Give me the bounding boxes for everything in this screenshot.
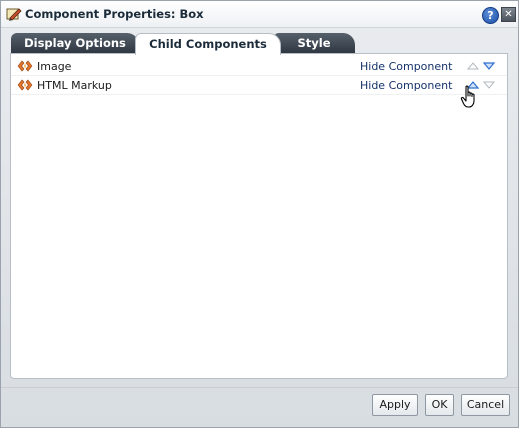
tab-display-options[interactable]: Display Options — [11, 33, 139, 53]
component-row: HTML Markup Hide Component — [11, 76, 507, 95]
close-icon[interactable]: ✕ — [501, 7, 516, 22]
edit-properties-icon — [6, 8, 22, 21]
tab-label: Display Options — [24, 36, 126, 50]
component-name: HTML Markup — [37, 79, 112, 92]
help-icon[interactable]: ? — [482, 7, 499, 24]
cancel-button[interactable]: Cancel — [461, 394, 510, 416]
tab-label: Style — [297, 36, 331, 50]
child-components-panel: Image Hide Component HTML Markup Hide Co… — [10, 53, 508, 379]
component-row: Image Hide Component — [11, 57, 507, 76]
component-name: Image — [37, 60, 72, 73]
dialog-title: Component Properties: Box — [25, 7, 204, 21]
component-icon — [17, 60, 33, 72]
hide-component-link[interactable]: Hide Component — [360, 60, 452, 73]
component-properties-dialog: Component Properties: Box ? ✕ Display Op… — [0, 0, 519, 428]
apply-button[interactable]: Apply — [372, 394, 418, 416]
hide-component-link[interactable]: Hide Component — [360, 79, 452, 92]
tab-label: Child Components — [149, 37, 267, 51]
move-up-icon[interactable] — [467, 61, 479, 71]
footer-separator — [1, 387, 518, 388]
tab-child-components[interactable]: Child Components — [135, 33, 281, 55]
tab-strip: Display Options Style Child Components — [11, 33, 508, 55]
title-bar: Component Properties: Box ? ✕ — [1, 1, 518, 28]
move-down-icon[interactable] — [483, 80, 495, 90]
component-icon — [17, 79, 33, 91]
hand-pointer-icon — [460, 85, 475, 108]
tab-style[interactable]: Style — [273, 33, 355, 53]
ok-button[interactable]: OK — [425, 394, 454, 416]
move-down-icon[interactable] — [483, 61, 495, 71]
